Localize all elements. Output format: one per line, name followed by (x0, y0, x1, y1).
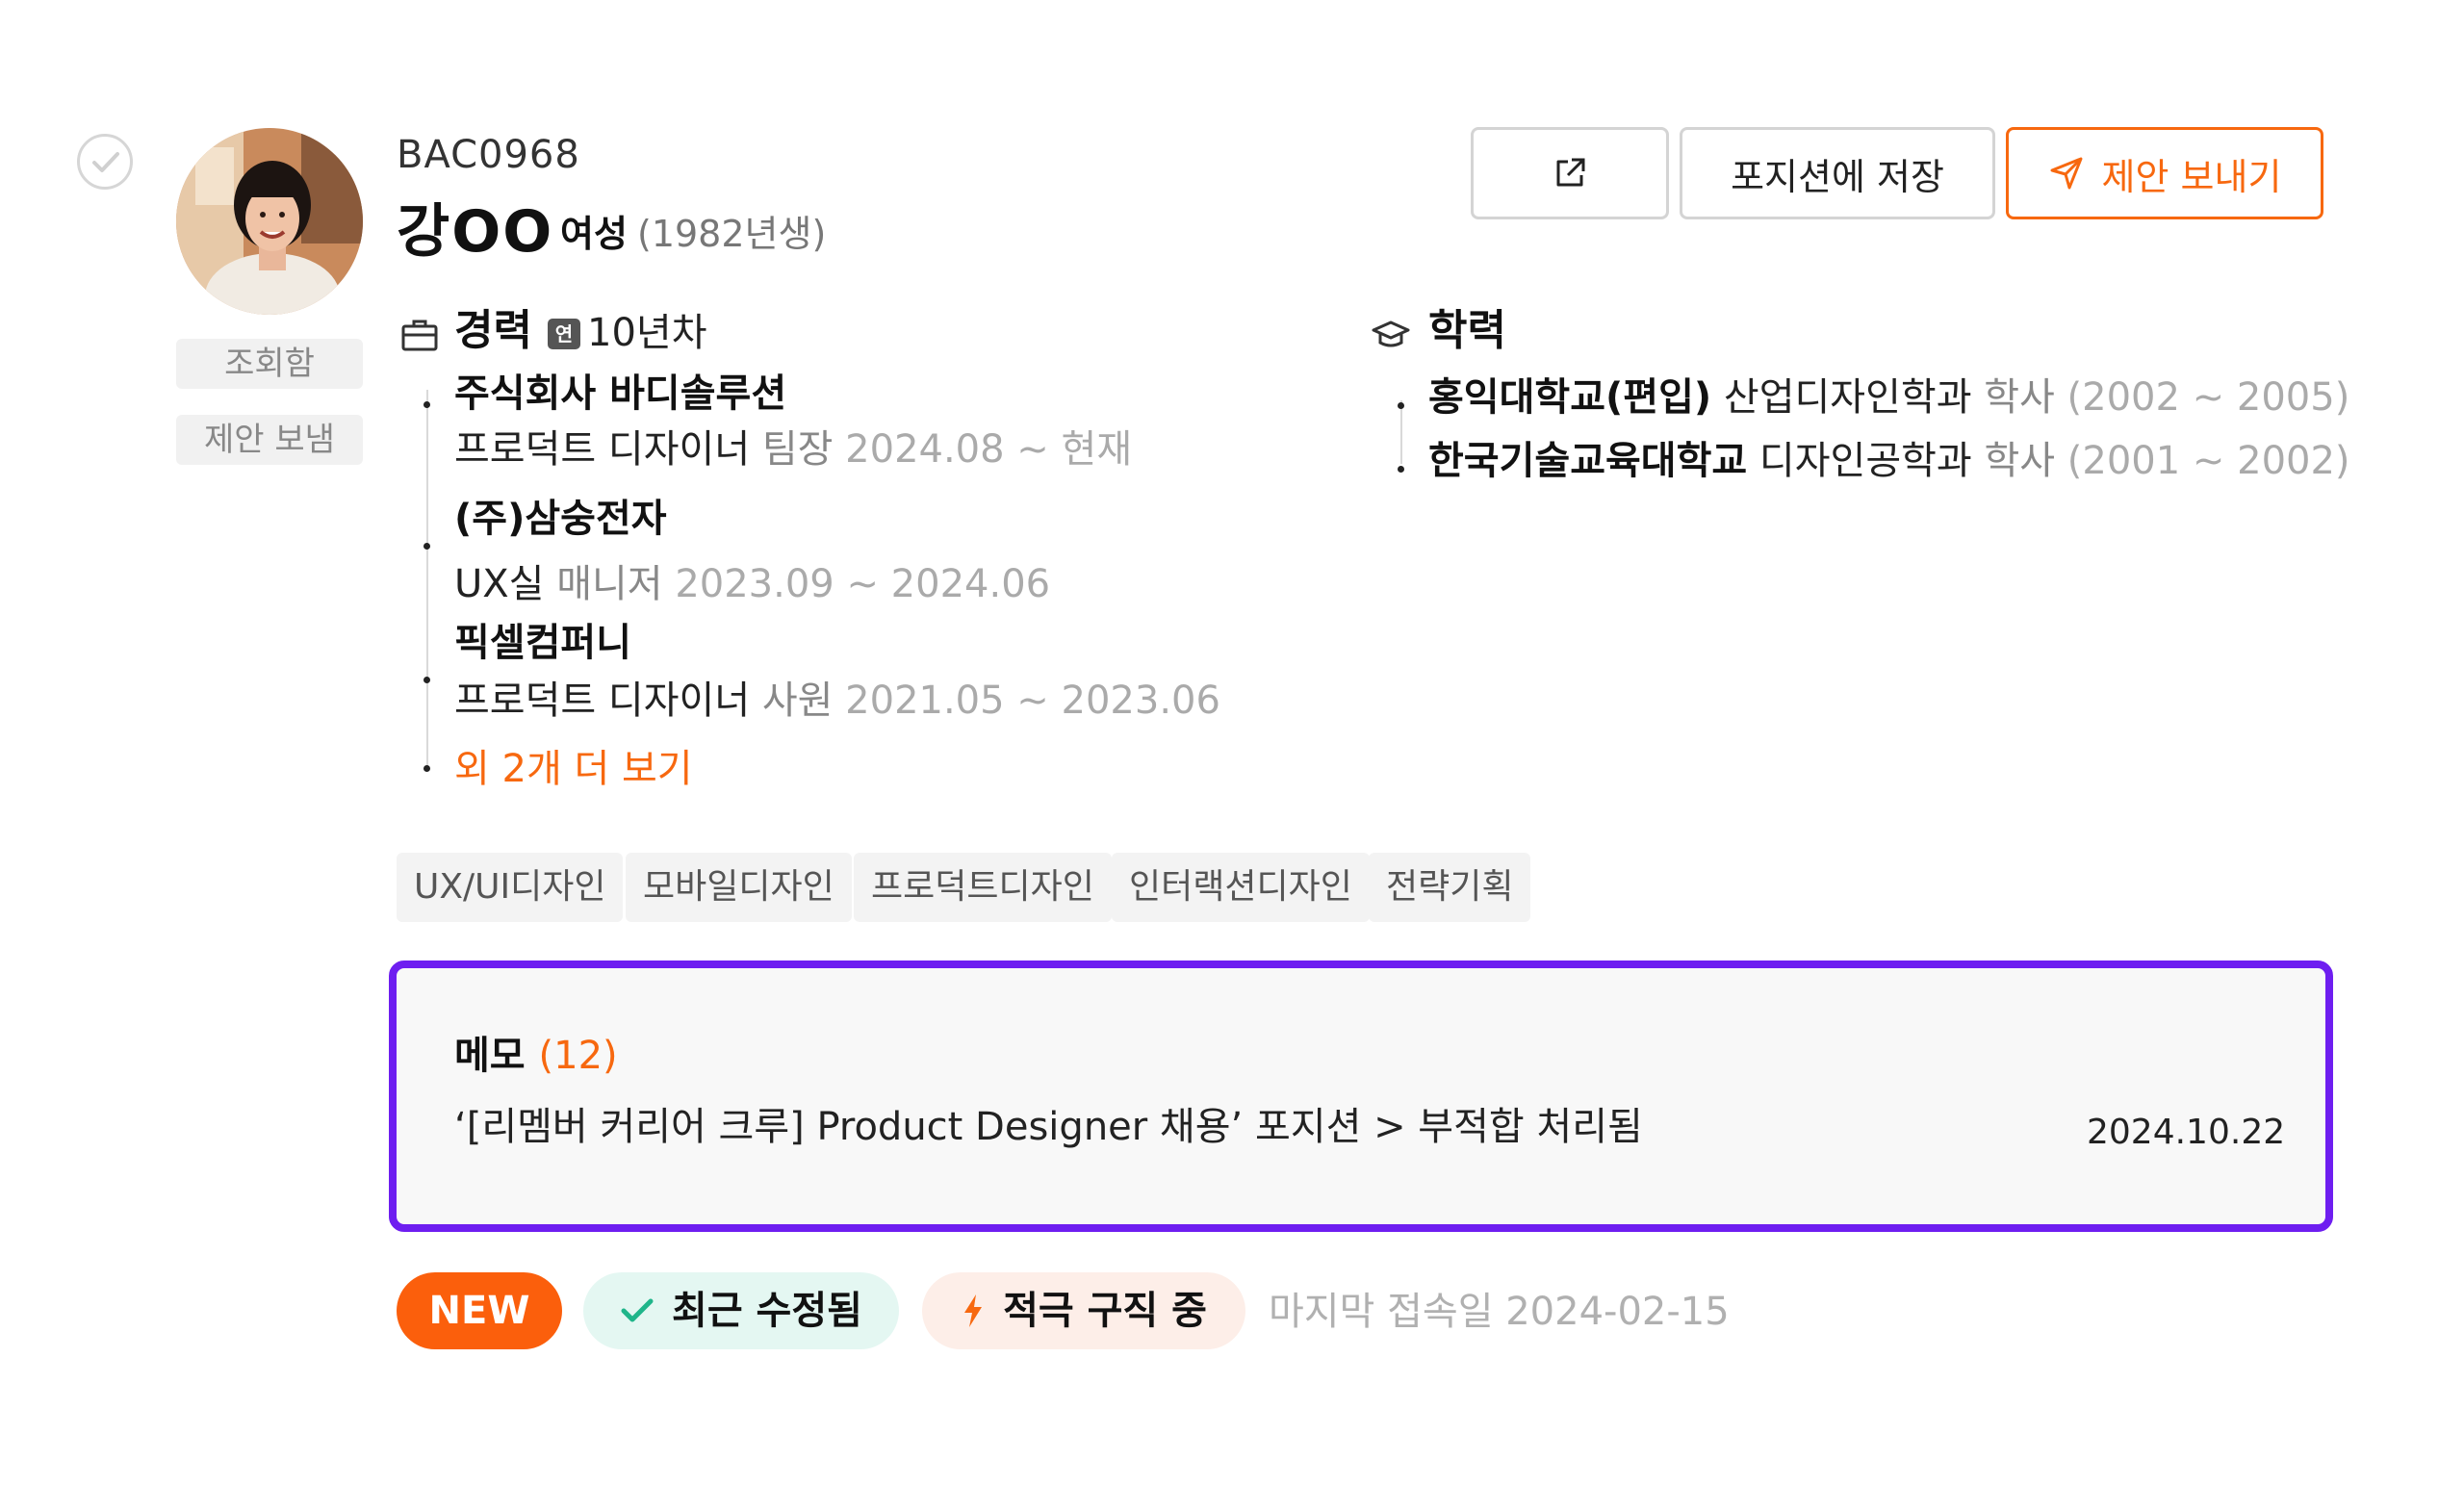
last-login: 마지막 접속일 2024-02-15 (1269, 1290, 1730, 1334)
education-item: 한국기술교육대학교 디자인공학과 학사 (2001 ~ 2002) (1428, 439, 2350, 483)
check-icon (92, 152, 119, 172)
save-to-position-button[interactable]: 포지션에 저장 (1680, 127, 1995, 219)
memo-box[interactable] (389, 961, 2333, 1232)
skill-tag: 모바일디자인 (626, 853, 852, 922)
career-company: 주식회사 바디솔루션 (454, 372, 787, 416)
timeline-dot (424, 401, 430, 408)
more-career-link[interactable]: 외 2개 더 보기 (454, 743, 693, 795)
career-role: 프로덕트 디자이너 팀장 2024.08 ~ 현재 (454, 427, 1133, 472)
career-timeline (426, 390, 428, 771)
memo-text: ‘[리멤버 커리어 크루] Product Designer 채용’ 포지션 >… (454, 1105, 1643, 1149)
skill-tag: 프로덕트디자인 (854, 853, 1112, 922)
timeline-dot (424, 765, 430, 772)
offer-sent-tag: 제안 보냄 (176, 415, 363, 465)
briefcase-icon (401, 320, 438, 351)
career-company: (주)삼숭전자 (454, 497, 667, 541)
external-link-icon (1556, 158, 1585, 187)
paper-plane-icon (2050, 157, 2083, 190)
recently-edited-badge: 최근 수정됨 (583, 1272, 899, 1349)
career-role: 프로덕트 디자이너 사원 2021.05 ~ 2023.06 (454, 679, 1220, 723)
memo-count: (12) (538, 1034, 618, 1078)
avatar (176, 128, 363, 315)
career-years: 10년차 (587, 311, 707, 355)
career-year-badge: 연 (548, 319, 580, 349)
candidate-name: 강OO (397, 198, 554, 266)
send-offer-label: 제안 보내기 (2101, 155, 2282, 198)
skill-tag: 전략기획 (1369, 853, 1531, 922)
timeline-dot (424, 543, 430, 550)
memo-date: 2024.10.22 (2087, 1113, 2286, 1152)
education-item: 홍익대학교(편입) 산업디자인학과 학사 (2002 ~ 2005) (1428, 375, 2350, 420)
candidate-gender: 여성 (560, 213, 628, 255)
select-checkbox[interactable] (77, 134, 133, 190)
education-title: 학력 (1428, 306, 1506, 355)
skill-tag: UX/UI디자인 (397, 853, 624, 922)
education-timeline (1400, 400, 1402, 464)
send-offer-button[interactable]: 제안 보내기 (2006, 127, 2323, 219)
timeline-dot (1398, 402, 1404, 409)
memo-title: 메모 (12) (454, 1034, 618, 1078)
candidate-id: BAC0968 (397, 133, 580, 177)
skill-tag: 인터랙션디자인 (1112, 853, 1370, 922)
graduation-cap-icon (1372, 320, 1410, 347)
check-icon (621, 1298, 654, 1322)
career-role: UX실 매니저 2023.09 ~ 2024.06 (454, 562, 1051, 606)
new-badge: NEW (397, 1272, 562, 1349)
candidate-birth-year: (1982년생) (637, 213, 827, 255)
career-company: 픽셀컴퍼니 (454, 621, 631, 665)
lightning-icon (964, 1294, 983, 1327)
viewed-tag: 조회함 (176, 339, 363, 389)
career-title: 경력 (454, 306, 532, 355)
timeline-dot (1398, 466, 1404, 473)
share-button[interactable] (1471, 127, 1669, 219)
timeline-dot (424, 677, 430, 683)
active-job-seeking-badge: 적극 구직 중 (922, 1272, 1245, 1349)
